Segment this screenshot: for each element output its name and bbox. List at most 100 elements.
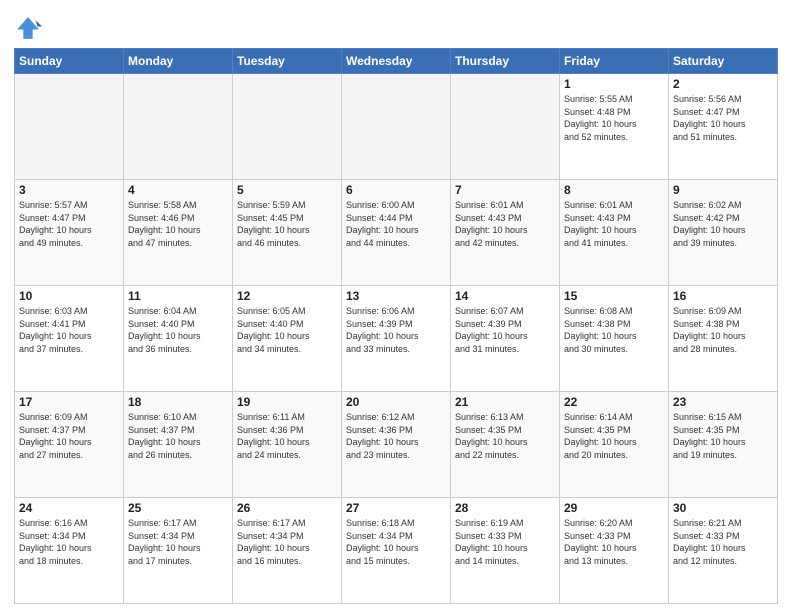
day-info: Sunrise: 6:03 AM Sunset: 4:41 PM Dayligh…	[19, 305, 119, 355]
day-cell: 29 Sunrise: 6:20 AM Sunset: 4:33 PM Dayli…	[560, 498, 669, 604]
day-cell: 23 Sunrise: 6:15 AM Sunset: 4:35 PM Dayli…	[669, 392, 778, 498]
day-info: Sunrise: 5:58 AM Sunset: 4:46 PM Dayligh…	[128, 199, 228, 249]
logo	[14, 14, 46, 42]
day-info: Sunrise: 6:16 AM Sunset: 4:34 PM Dayligh…	[19, 517, 119, 567]
week-row-2: 3 Sunrise: 5:57 AM Sunset: 4:47 PM Daylig…	[15, 180, 778, 286]
day-info: Sunrise: 6:15 AM Sunset: 4:35 PM Dayligh…	[673, 411, 773, 461]
day-cell: 17Sunrise: 6:09 AM Sunset: 4:37 PM Dayli…	[15, 392, 124, 498]
weekday-header-friday: Friday	[560, 49, 669, 74]
day-cell	[15, 74, 124, 180]
day-info: Sunrise: 5:59 AM Sunset: 4:45 PM Dayligh…	[237, 199, 337, 249]
week-row-3: 10 Sunrise: 6:03 AM Sunset: 4:41 PM Dayli…	[15, 286, 778, 392]
day-number: 25	[128, 501, 228, 515]
day-cell	[233, 74, 342, 180]
logo-icon	[14, 14, 42, 42]
day-number: 29	[564, 501, 664, 515]
day-info: Sunrise: 6:19 AM Sunset: 4:33 PM Dayligh…	[455, 517, 555, 567]
day-info: Sunrise: 6:01 AM Sunset: 4:43 PM Dayligh…	[455, 199, 555, 249]
day-number: 22	[564, 395, 664, 409]
day-info: Sunrise: 6:13 AM Sunset: 4:35 PM Dayligh…	[455, 411, 555, 461]
day-info: Sunrise: 6:14 AM Sunset: 4:35 PM Dayligh…	[564, 411, 664, 461]
weekday-header-sunday: Sunday	[15, 49, 124, 74]
day-cell: 19Sunrise: 6:11 AM Sunset: 4:36 PM Dayli…	[233, 392, 342, 498]
day-cell: 30 Sunrise: 6:21 AM Sunset: 4:33 PM Dayli…	[669, 498, 778, 604]
day-cell: 3 Sunrise: 5:57 AM Sunset: 4:47 PM Daylig…	[15, 180, 124, 286]
day-info: Sunrise: 6:21 AM Sunset: 4:33 PM Dayligh…	[673, 517, 773, 567]
day-number: 18	[128, 395, 228, 409]
day-number: 2	[673, 77, 773, 91]
weekday-header-thursday: Thursday	[451, 49, 560, 74]
day-cell: 5 Sunrise: 5:59 AM Sunset: 4:45 PM Daylig…	[233, 180, 342, 286]
day-info: Sunrise: 6:10 AM Sunset: 4:37 PM Dayligh…	[128, 411, 228, 461]
day-number: 21	[455, 395, 555, 409]
day-number: 15	[564, 289, 664, 303]
day-info: Sunrise: 6:06 AM Sunset: 4:39 PM Dayligh…	[346, 305, 446, 355]
day-cell: 22 Sunrise: 6:14 AM Sunset: 4:35 PM Dayli…	[560, 392, 669, 498]
day-info: Sunrise: 6:17 AM Sunset: 4:34 PM Dayligh…	[128, 517, 228, 567]
day-number: 23	[673, 395, 773, 409]
day-cell	[124, 74, 233, 180]
day-number: 26	[237, 501, 337, 515]
day-number: 8	[564, 183, 664, 197]
day-info: Sunrise: 6:08 AM Sunset: 4:38 PM Dayligh…	[564, 305, 664, 355]
weekday-header-wednesday: Wednesday	[342, 49, 451, 74]
day-cell: 24 Sunrise: 6:16 AM Sunset: 4:34 PM Dayli…	[15, 498, 124, 604]
day-info: Sunrise: 6:01 AM Sunset: 4:43 PM Dayligh…	[564, 199, 664, 249]
day-number: 9	[673, 183, 773, 197]
day-number: 27	[346, 501, 446, 515]
page: SundayMondayTuesdayWednesdayThursdayFrid…	[0, 0, 792, 612]
day-number: 19	[237, 395, 337, 409]
day-cell: 14 Sunrise: 6:07 AM Sunset: 4:39 PM Dayli…	[451, 286, 560, 392]
day-number: 20	[346, 395, 446, 409]
day-number: 10	[19, 289, 119, 303]
day-number: 13	[346, 289, 446, 303]
day-cell	[451, 74, 560, 180]
week-row-4: 17Sunrise: 6:09 AM Sunset: 4:37 PM Dayli…	[15, 392, 778, 498]
weekday-header-saturday: Saturday	[669, 49, 778, 74]
header	[14, 10, 778, 42]
day-number: 3	[19, 183, 119, 197]
day-info: Sunrise: 5:57 AM Sunset: 4:47 PM Dayligh…	[19, 199, 119, 249]
day-cell: 21 Sunrise: 6:13 AM Sunset: 4:35 PM Dayli…	[451, 392, 560, 498]
day-info: Sunrise: 6:05 AM Sunset: 4:40 PM Dayligh…	[237, 305, 337, 355]
day-number: 24	[19, 501, 119, 515]
day-info: Sunrise: 6:00 AM Sunset: 4:44 PM Dayligh…	[346, 199, 446, 249]
day-number: 6	[346, 183, 446, 197]
calendar: SundayMondayTuesdayWednesdayThursdayFrid…	[14, 48, 778, 604]
day-cell	[342, 74, 451, 180]
weekday-header-monday: Monday	[124, 49, 233, 74]
day-number: 30	[673, 501, 773, 515]
day-cell: 4 Sunrise: 5:58 AM Sunset: 4:46 PM Daylig…	[124, 180, 233, 286]
day-info: Sunrise: 6:12 AM Sunset: 4:36 PM Dayligh…	[346, 411, 446, 461]
day-number: 1	[564, 77, 664, 91]
day-info: Sunrise: 5:56 AM Sunset: 4:47 PM Dayligh…	[673, 93, 773, 143]
day-cell: 13 Sunrise: 6:06 AM Sunset: 4:39 PM Dayli…	[342, 286, 451, 392]
day-number: 11	[128, 289, 228, 303]
day-cell: 12Sunrise: 6:05 AM Sunset: 4:40 PM Dayli…	[233, 286, 342, 392]
day-info: Sunrise: 5:55 AM Sunset: 4:48 PM Dayligh…	[564, 93, 664, 143]
day-cell: 8 Sunrise: 6:01 AM Sunset: 4:43 PM Daylig…	[560, 180, 669, 286]
day-number: 4	[128, 183, 228, 197]
day-cell: 6 Sunrise: 6:00 AM Sunset: 4:44 PM Daylig…	[342, 180, 451, 286]
day-cell: 10 Sunrise: 6:03 AM Sunset: 4:41 PM Dayli…	[15, 286, 124, 392]
day-cell: 27 Sunrise: 6:18 AM Sunset: 4:34 PM Dayli…	[342, 498, 451, 604]
day-info: Sunrise: 6:07 AM Sunset: 4:39 PM Dayligh…	[455, 305, 555, 355]
day-number: 7	[455, 183, 555, 197]
day-info: Sunrise: 6:17 AM Sunset: 4:34 PM Dayligh…	[237, 517, 337, 567]
week-row-5: 24 Sunrise: 6:16 AM Sunset: 4:34 PM Dayli…	[15, 498, 778, 604]
day-info: Sunrise: 6:04 AM Sunset: 4:40 PM Dayligh…	[128, 305, 228, 355]
day-cell: 9Sunrise: 6:02 AM Sunset: 4:42 PM Daylig…	[669, 180, 778, 286]
day-cell: 11 Sunrise: 6:04 AM Sunset: 4:40 PM Dayli…	[124, 286, 233, 392]
day-cell: 1 Sunrise: 5:55 AM Sunset: 4:48 PM Daylig…	[560, 74, 669, 180]
day-number: 5	[237, 183, 337, 197]
weekday-header-row: SundayMondayTuesdayWednesdayThursdayFrid…	[15, 49, 778, 74]
day-number: 14	[455, 289, 555, 303]
day-number: 28	[455, 501, 555, 515]
day-info: Sunrise: 6:09 AM Sunset: 4:38 PM Dayligh…	[673, 305, 773, 355]
day-cell: 7 Sunrise: 6:01 AM Sunset: 4:43 PM Daylig…	[451, 180, 560, 286]
day-info: Sunrise: 6:09 AM Sunset: 4:37 PM Dayligh…	[19, 411, 119, 461]
day-info: Sunrise: 6:18 AM Sunset: 4:34 PM Dayligh…	[346, 517, 446, 567]
day-cell: 16Sunrise: 6:09 AM Sunset: 4:38 PM Dayli…	[669, 286, 778, 392]
day-cell: 18 Sunrise: 6:10 AM Sunset: 4:37 PM Dayli…	[124, 392, 233, 498]
day-info: Sunrise: 6:20 AM Sunset: 4:33 PM Dayligh…	[564, 517, 664, 567]
